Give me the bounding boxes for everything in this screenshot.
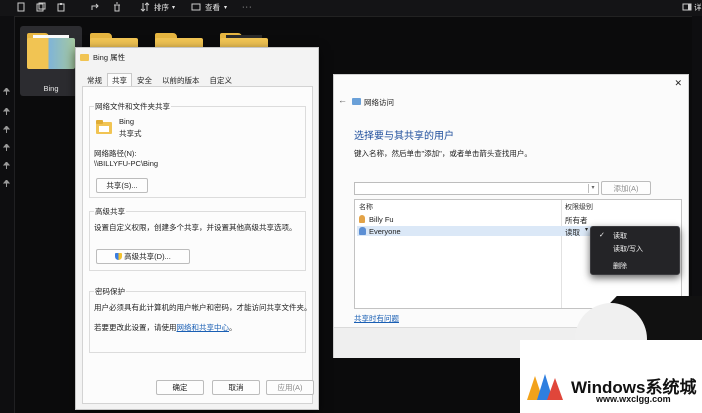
chevron-down-icon: ▾ xyxy=(172,5,176,11)
watermark-url: www.wxclgg.com xyxy=(596,394,671,404)
advanced-sharing-label: 高级共享(D)... xyxy=(124,252,171,261)
network-icon xyxy=(352,98,361,105)
tab-previous-versions[interactable]: 以前的版本 xyxy=(157,73,205,87)
user-permission: 所有者 xyxy=(565,216,588,225)
network-sharing-center-link[interactable]: 网络和共享中心 xyxy=(177,323,230,332)
check-icon: ✓ xyxy=(599,232,605,239)
column-header-name[interactable]: 名称 xyxy=(359,202,373,212)
permission-dropdown[interactable]: 读取 xyxy=(565,227,580,238)
add-button[interactable]: 添加(A) xyxy=(601,181,651,195)
dialog-heading: 选择要与其共享的用户 xyxy=(354,131,454,142)
dialog-title: Bing 属性 xyxy=(93,52,126,62)
network-path-label: 网络路径(N): xyxy=(94,149,137,158)
tab-customize[interactable]: 自定义 xyxy=(205,73,238,87)
instruction-text: 键入名称，然后单击"添加"，或者单击箭头查找用户。 xyxy=(354,149,532,158)
network-path-value: \\BILLYFU-PC\Bing xyxy=(94,159,159,168)
tab-sharing[interactable]: 共享 xyxy=(107,73,132,87)
menu-item-read[interactable]: 读取 xyxy=(613,231,627,241)
dialog-title-bar: Bing 属性 xyxy=(80,51,125,63)
group-heading: 网络文件和文件夹共享 xyxy=(94,101,171,112)
group-heading: 高级共享 xyxy=(94,206,126,217)
cancel-button[interactable]: 取消 xyxy=(212,380,260,395)
user-icon xyxy=(359,215,365,223)
change-setting-suffix: 。 xyxy=(229,323,237,332)
password-description: 用户必须具有此计算机的用户帐户和密码，才能访问共享文件夹。 xyxy=(94,303,312,312)
tab-strip: 常规 共享 安全 以前的版本 自定义 xyxy=(82,73,238,87)
pin-icon xyxy=(2,107,11,115)
pin-icon xyxy=(2,143,11,151)
view-icon xyxy=(191,2,201,12)
column-header-permission[interactable]: 权限级别 xyxy=(565,202,593,212)
details-label[interactable]: 详 xyxy=(694,2,702,13)
view-button[interactable]: 查看 xyxy=(205,2,220,13)
password-protection-group: 密码保护 用户必须具有此计算机的用户帐户和密码，才能访问共享文件夹。 若要更改此… xyxy=(89,286,312,353)
advanced-sharing-group: 高级共享 设置自定义权限，创建多个共享，并设置其他高级共享选项。 高级共享(D)… xyxy=(89,206,306,271)
advanced-description: 设置自定义权限，创建多个共享，并设置其他高级共享选项。 xyxy=(94,223,297,232)
folder-name: Bing xyxy=(119,117,135,126)
explorer-toolbar: 排序 ▾ 查看 ▾ ··· 详 xyxy=(0,0,702,17)
change-setting-text: 若要更改此设置，请使用网络和共享中心。 xyxy=(94,322,237,333)
sharing-panel: 网络文件和文件夹共享 Bing 共享式 网络路径(N): \\BILLYFU-P… xyxy=(82,86,313,404)
chevron-down-icon: ▾ xyxy=(224,5,228,11)
user-name: Billy Fu xyxy=(369,215,394,224)
windows-logo-icon xyxy=(525,372,565,402)
permission-context-menu: ✓ 读取 读取/写入 删除 xyxy=(590,226,680,275)
sharing-help-link[interactable]: 共享时有问题 xyxy=(354,313,399,324)
folder-label[interactable]: Bing xyxy=(20,84,82,93)
navigation-pane xyxy=(0,16,15,413)
list-item[interactable]: Billy Fu 所有者 xyxy=(357,214,679,225)
ok-button[interactable]: 确定 xyxy=(156,380,204,395)
shared-folder-icon xyxy=(96,120,112,134)
sort-icon xyxy=(140,2,150,12)
chevron-down-icon[interactable]: ▾ xyxy=(585,226,588,233)
share-button[interactable]: 共享(S)... xyxy=(96,178,148,193)
change-setting-prefix: 若要更改此设置，请使用 xyxy=(94,323,177,332)
users-group-icon xyxy=(359,227,366,235)
menu-item-read-write[interactable]: 读取/写入 xyxy=(613,244,643,254)
more-options-icon[interactable]: ··· xyxy=(242,2,253,11)
share-state: 共享式 xyxy=(119,129,142,138)
delete-icon[interactable] xyxy=(112,2,122,12)
folder-icon[interactable] xyxy=(27,33,75,69)
apply-button[interactable]: 应用(A) xyxy=(266,380,314,395)
share-icon[interactable] xyxy=(90,2,100,12)
pin-icon xyxy=(2,125,11,133)
copy-icon[interactable] xyxy=(36,2,46,12)
close-icon[interactable]: ✕ xyxy=(674,78,682,89)
properties-dialog: Bing 属性 常规 共享 安全 以前的版本 自定义 网络文件和文件夹共享 Bi… xyxy=(75,47,319,410)
tab-general[interactable]: 常规 xyxy=(82,73,107,87)
cut-icon[interactable] xyxy=(16,2,26,12)
shield-icon xyxy=(115,253,123,260)
pin-icon xyxy=(2,179,11,187)
back-arrow-icon[interactable]: ← xyxy=(338,95,347,105)
sort-button[interactable]: 排序 xyxy=(154,2,169,13)
paste-icon[interactable] xyxy=(56,2,66,12)
folder-icon xyxy=(80,53,89,61)
user-name: Everyone xyxy=(369,227,401,236)
window-title: 网络访问 xyxy=(364,98,394,107)
pin-icon xyxy=(2,161,11,169)
details-pane-icon[interactable] xyxy=(682,2,692,12)
chevron-down-icon[interactable]: ▾ xyxy=(588,184,597,193)
group-heading: 密码保护 xyxy=(94,286,126,297)
advanced-sharing-button[interactable]: 高级共享(D)... xyxy=(96,249,190,264)
network-sharing-group: 网络文件和文件夹共享 Bing 共享式 网络路径(N): \\BILLYFU-P… xyxy=(89,101,306,198)
menu-item-remove[interactable]: 删除 xyxy=(613,261,627,271)
tab-security[interactable]: 安全 xyxy=(132,73,157,87)
user-name-combobox[interactable]: ▾ xyxy=(354,182,599,195)
pin-icon xyxy=(2,87,11,95)
